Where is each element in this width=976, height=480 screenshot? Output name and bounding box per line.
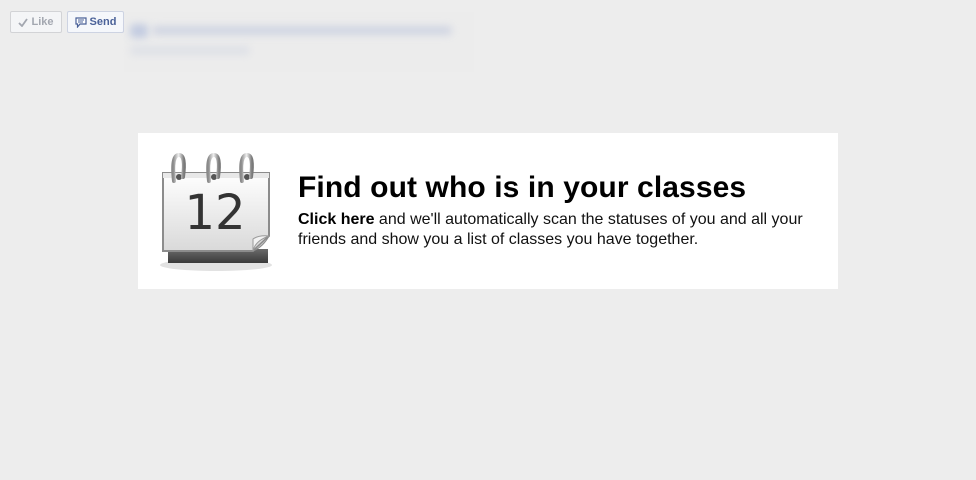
promo-text: Find out who is in your classes Click he… xyxy=(298,171,818,250)
classes-promo-card: 12 Find out who is in your classes Click… xyxy=(138,133,838,289)
promo-description: Click here and we'll automatically scan … xyxy=(298,210,818,250)
social-actions: Like Send xyxy=(10,11,124,33)
checkmark-icon xyxy=(18,17,29,27)
calendar-day-number: 12 xyxy=(184,185,245,241)
click-here-link[interactable]: Click here xyxy=(298,211,374,228)
promo-title: Find out who is in your classes xyxy=(298,171,747,204)
like-button[interactable]: Like xyxy=(10,11,62,33)
send-button[interactable]: Send xyxy=(67,11,124,33)
promo-body-text: and we'll automatically scan the statuse… xyxy=(298,211,803,248)
blurred-social-text xyxy=(124,12,474,72)
send-label: Send xyxy=(89,16,117,28)
like-label: Like xyxy=(31,16,54,28)
calendar-icon[interactable]: 12 xyxy=(159,151,277,275)
speech-bubble-icon xyxy=(74,16,87,28)
